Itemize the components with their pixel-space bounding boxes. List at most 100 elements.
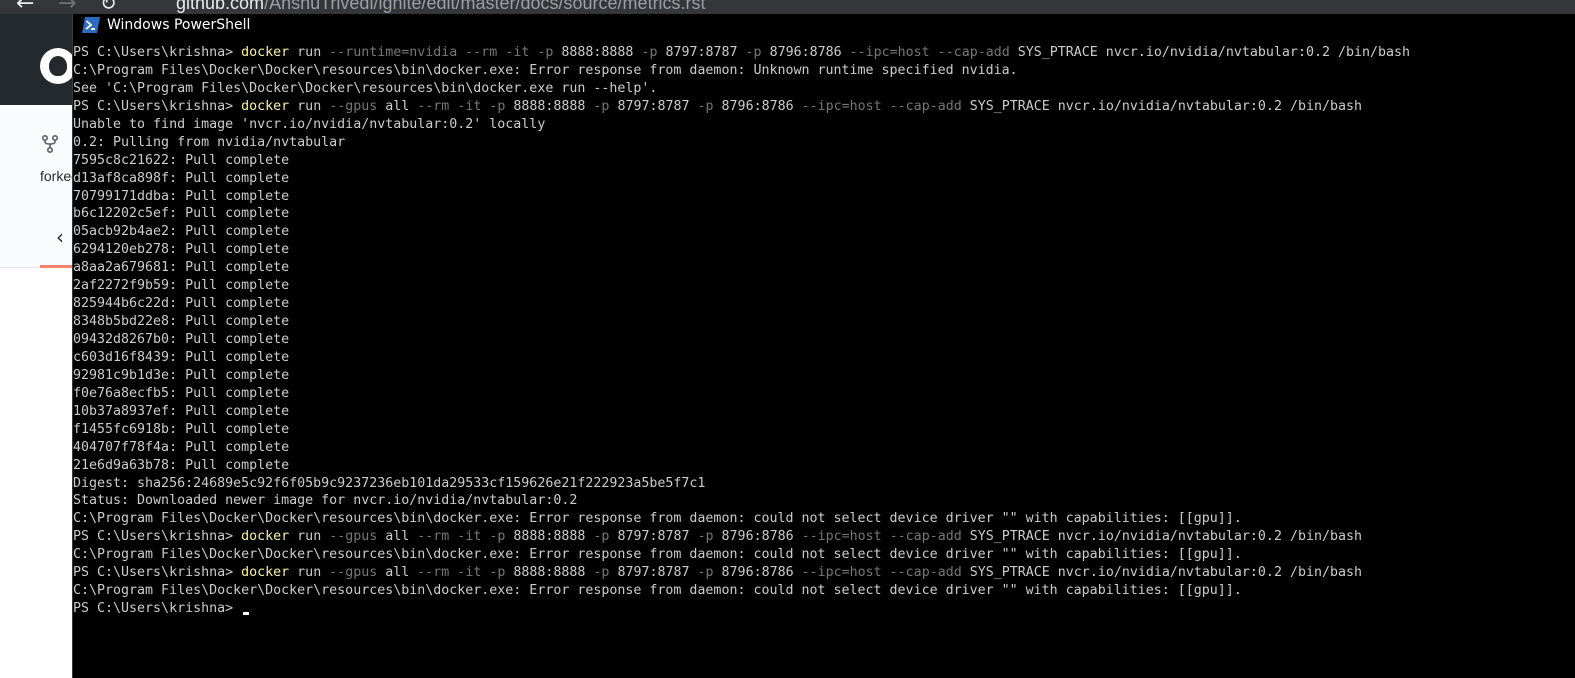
text-token: d13af8ca898f: Pull complete <box>73 170 290 186</box>
text-token: 05acb92b4ae2: Pull complete <box>73 224 290 240</box>
text-token: 8796:8786 <box>721 565 802 581</box>
text-token: 8348b5bd22e8: Pull complete <box>73 314 290 330</box>
console-line: PS C:\Users\krishna> docker run --gpus a… <box>73 564 1573 582</box>
text-token: f1455fc6918b: Pull complete <box>73 421 290 437</box>
console-line: Status: Downloaded newer image for nvcr.… <box>73 492 1573 510</box>
text-token: C:\Program Files\Docker\Docker\resources… <box>73 62 1018 78</box>
parameter-token: --gpus <box>329 529 386 545</box>
command-token: docker <box>241 529 290 545</box>
parameter-token: -p <box>593 98 618 114</box>
console-line: 6294120eb278: Pull complete <box>73 241 1573 259</box>
text-token: 2af2272f9b59: Pull complete <box>73 278 290 294</box>
console-line: f1455fc6918b: Pull complete <box>73 421 1573 439</box>
parameter-token: -p <box>593 565 618 581</box>
text-cursor <box>243 612 250 616</box>
text-token: all <box>385 98 418 114</box>
text-token: Digest: sha256:24689e5c92f6f05b9c9237236… <box>73 475 706 491</box>
parameter-token: --gpus <box>329 98 386 114</box>
console-line: PS C:\Users\krishna> docker run --runtim… <box>73 44 1573 62</box>
text-token: run <box>289 45 330 60</box>
text-token: 10b37a8937ef: Pull complete <box>73 403 290 419</box>
command-token: docker <box>241 45 290 60</box>
text-token: PS C:\Users\krishna> <box>73 565 242 581</box>
console-line: C:\Program Files\Docker\Docker\resources… <box>73 546 1573 564</box>
text-token: SYS_PTRACE nvcr.io/nvidia/nvtabular:0.2 … <box>969 98 1362 114</box>
text-token: 8888:8888 <box>513 565 594 581</box>
text-token: 8796:8786 <box>721 98 802 114</box>
parameter-token: --rm -it -p <box>417 565 514 581</box>
parameter-token: --ipc=host --cap-add <box>801 529 970 545</box>
url-path: /AnshuTrivedi/ignite/edit/master/docs/so… <box>264 0 706 13</box>
parameter-token: -p <box>593 529 618 545</box>
command-token: docker <box>241 98 290 114</box>
text-token: 8888:8888 <box>513 529 594 545</box>
text-token: f0e76a8ecfb5: Pull complete <box>73 385 290 401</box>
github-logo-icon[interactable] <box>40 48 76 84</box>
console-line: C:\Program Files\Docker\Docker\resources… <box>73 582 1573 600</box>
text-token: 09432d8267b0: Pull complete <box>73 332 290 347</box>
text-token: Unable to find image 'nvcr.io/nvidia/nvt… <box>73 116 546 132</box>
text-token: 825944b6c22d: Pull complete <box>73 296 290 312</box>
text-token: 21e6d9a63b78: Pull complete <box>73 457 290 473</box>
console-line: 0.2: Pulling from nvidia/nvtabular <box>73 134 1573 152</box>
console-line: 2af2272f9b59: Pull complete <box>73 277 1573 295</box>
console-line: 92981c9b1d3e: Pull complete <box>73 367 1573 385</box>
console-line: 21e6d9a63b78: Pull complete <box>73 457 1573 475</box>
console-line: 8348b5bd22e8: Pull complete <box>73 313 1573 331</box>
reload-icon[interactable]: ↻ <box>100 0 117 14</box>
text-token: c603d16f8439: Pull complete <box>73 349 290 365</box>
console-output[interactable]: PS C:\Users\krishna> docker run --runtim… <box>73 44 1573 618</box>
text-token: b6c12202c5ef: Pull complete <box>73 206 290 222</box>
text-token: all <box>385 565 418 581</box>
console-line: b6c12202c5ef: Pull complete <box>73 205 1573 223</box>
text-token: PS C:\Users\krishna> <box>73 45 242 60</box>
text-token: See 'C:\Program Files\Docker\Docker\reso… <box>73 80 658 96</box>
back-arrow-icon[interactable]: ← <box>16 0 34 14</box>
console-line: Unable to find image 'nvcr.io/nvidia/nvt… <box>73 116 1573 134</box>
console-line: 825944b6c22d: Pull complete <box>73 295 1573 313</box>
console-line: 70799171ddba: Pull complete <box>73 188 1573 206</box>
console-line: a8aa2a679681: Pull complete <box>73 259 1573 277</box>
text-token: Status: Downloaded newer image for nvcr.… <box>73 493 578 509</box>
console-line: Digest: sha256:24689e5c92f6f05b9c9237236… <box>73 475 1573 493</box>
text-token: run <box>289 98 330 114</box>
text-token: 70799171ddba: Pull complete <box>73 188 290 204</box>
text-token: 8797:8787 <box>617 529 698 545</box>
console-line: 404707f78f4a: Pull complete <box>73 439 1573 457</box>
parameter-token: --runtime=nvidia --rm -it -p <box>329 45 562 60</box>
window-titlebar[interactable]: Windows PowerShell <box>73 14 1575 40</box>
console-line: C:\Program Files\Docker\Docker\resources… <box>73 510 1573 528</box>
console-line: 09432d8267b0: Pull complete <box>73 331 1573 349</box>
text-token: 92981c9b1d3e: Pull complete <box>73 367 290 383</box>
console-line: 10b37a8937ef: Pull complete <box>73 403 1573 421</box>
console-line: c603d16f8439: Pull complete <box>73 349 1573 367</box>
parameter-token: --rm -it -p <box>417 98 514 114</box>
powershell-window[interactable]: Windows PowerShell PS C:\Users\krishna> … <box>72 14 1575 678</box>
text-token: C:\Program Files\Docker\Docker\resources… <box>73 583 1242 599</box>
text-token: C:\Program Files\Docker\Docker\resources… <box>73 511 1242 527</box>
text-token: SYS_PTRACE nvcr.io/nvidia/nvtabular:0.2 … <box>1017 45 1411 60</box>
fork-icon <box>41 134 59 154</box>
parameter-token: -p <box>745 45 770 60</box>
window-title: Windows PowerShell <box>107 17 251 33</box>
console-line: PS C:\Users\krishna> <box>73 600 1573 618</box>
console-line: PS C:\Users\krishna> docker run --gpus a… <box>73 98 1573 116</box>
chevron-left-icon[interactable]: ‹ <box>56 225 64 249</box>
forward-arrow-icon[interactable]: → <box>58 0 76 14</box>
powershell-icon <box>82 17 100 33</box>
text-token: 8796:8786 <box>721 529 802 545</box>
text-token: 0.2: Pulling from nvidia/nvtabular <box>73 134 346 150</box>
text-token: 8796:8786 <box>769 45 850 60</box>
text-token: 8888:8888 <box>561 45 642 60</box>
active-tab-indicator <box>40 265 72 268</box>
url-host: github.com <box>176 0 265 13</box>
parameter-token: --ipc=host --cap-add <box>801 98 970 114</box>
address-bar[interactable]: github.com/AnshuTrivedi/ignite/edit/mast… <box>176 0 706 14</box>
parameter-token: -p <box>697 529 722 545</box>
parameter-token: --rm -it -p <box>417 529 514 545</box>
text-token: PS C:\Users\krishna> <box>73 529 242 545</box>
parameter-token: --gpus <box>329 565 386 581</box>
text-token: run <box>289 565 330 581</box>
text-token: PS C:\Users\krishna> <box>73 601 242 617</box>
text-token: all <box>385 529 418 545</box>
